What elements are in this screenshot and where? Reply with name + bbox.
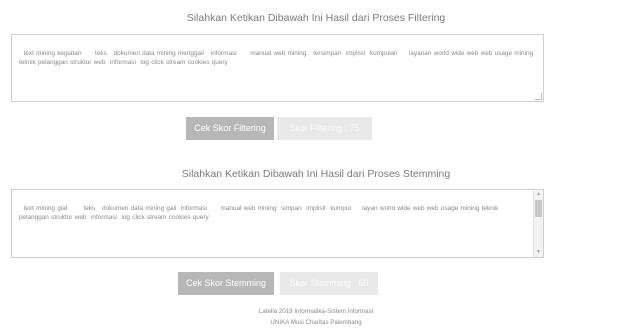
scroll-down-icon[interactable]: ▼: [534, 248, 543, 257]
check-stemming-score-button[interactable]: Cek Skor Stemming: [178, 272, 274, 295]
filtering-title: Silahkan Ketikan Dibawah Ini Hasil dari …: [186, 12, 446, 24]
stemming-text: text mining giat teks dokumen data minin…: [19, 204, 501, 222]
footer-line-2: UNIKA Musi Charitas Palembang: [270, 319, 362, 326]
filtering-score-button[interactable]: Skor Filtering : 75: [277, 117, 372, 140]
scroll-up-icon[interactable]: ▲: [534, 190, 543, 199]
check-filtering-score-button[interactable]: Cek Skor Filtering: [186, 117, 274, 140]
filtering-textarea[interactable]: text mining kegiatan teks dokumen data m…: [11, 34, 544, 102]
stemming-scrollbar[interactable]: ▲ ▼: [533, 190, 543, 257]
stemming-title: Silahkan Ketikan Dibawah Ini Hasil dari …: [181, 168, 451, 180]
stemming-textarea[interactable]: text mining giat teks dokumen data minin…: [11, 189, 544, 258]
stemming-score-button[interactable]: Skor Stemming : 60: [280, 272, 378, 295]
footer-line-1: Latella 2019 Informatika-Sistem Informas…: [258, 308, 374, 315]
resize-grip-icon[interactable]: [535, 93, 542, 100]
scroll-thumb[interactable]: [535, 200, 542, 217]
filtering-text: text mining kegiatan teks dokumen data m…: [19, 49, 536, 67]
